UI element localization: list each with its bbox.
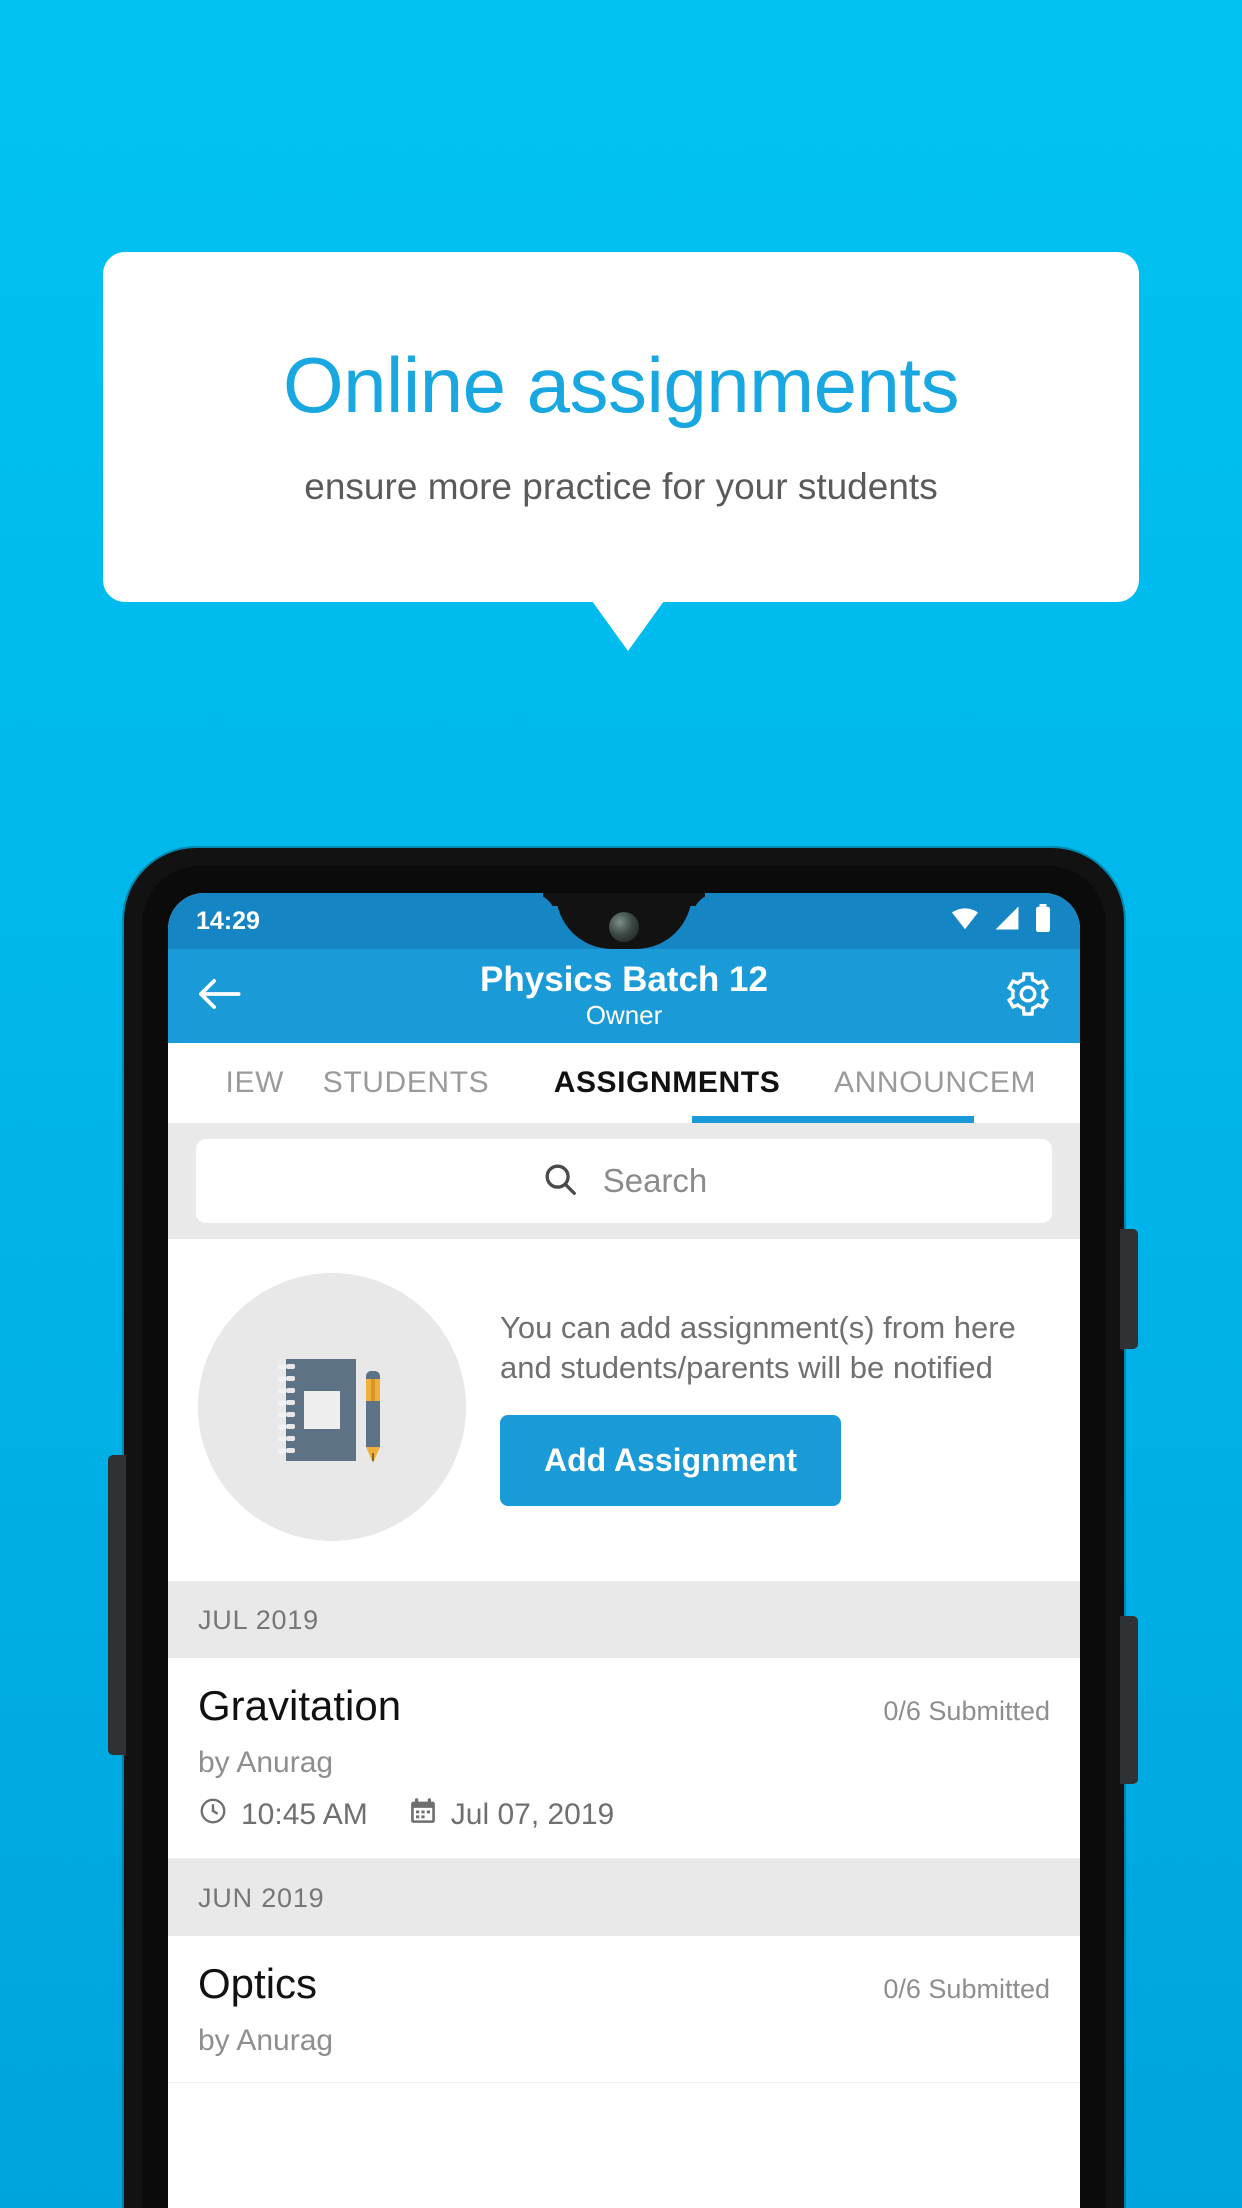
tab-bar: IEW STUDENTS ASSIGNMENTS ANNOUNCEM (168, 1043, 1080, 1123)
wifi-icon (950, 905, 980, 938)
assignment-author: by Anurag (198, 2024, 334, 2058)
assignment-meta: 10:45 AM Jul 07, 2019 (198, 1796, 1050, 1834)
notebook-and-pen-icon (256, 1329, 408, 1486)
phone-power-button[interactable] (1120, 1616, 1138, 1784)
settings-button[interactable] (1004, 970, 1052, 1023)
assignment-date: Jul 07, 2019 (450, 1798, 615, 1832)
promo-tooltip-arrow (592, 601, 664, 651)
tab-students[interactable]: STUDENTS (290, 1043, 522, 1123)
assignment-time: 10:45 AM (241, 1798, 368, 1832)
phone-screen: 14:29 Physics Batch 12 Owner IEW STUDENT… (168, 893, 1080, 2208)
app-bar-titles: Physics Batch 12 Owner (168, 949, 1080, 1043)
assignment-author: by Anurag (198, 1746, 334, 1780)
tab-overview[interactable]: IEW (168, 1043, 290, 1123)
app-bar: Physics Batch 12 Owner (168, 949, 1080, 1043)
calendar-icon (408, 1796, 438, 1834)
assignment-row-top: Optics 0/6 Submitted (198, 1960, 1050, 2008)
assignment-submitted-count: 0/6 Submitted (883, 1974, 1050, 2005)
status-time: 14:29 (196, 906, 260, 935)
search-section: Search (168, 1123, 1080, 1239)
empty-state-text: You can add assignment(s) from here and … (500, 1309, 1016, 1385)
status-icons (950, 903, 1052, 939)
page-title: Physics Batch 12 (480, 960, 768, 1000)
back-arrow-icon (196, 976, 242, 1017)
illustration-background (198, 1273, 466, 1541)
assignment-row-top: Gravitation 0/6 Submitted (198, 1682, 1050, 1729)
gear-icon (1004, 970, 1052, 1023)
month-header-jul: JUL 2019 (168, 1581, 1080, 1658)
empty-state-card: You can add assignment(s) from here and … (168, 1239, 1080, 1581)
promo-subtitle: ensure more practice for your students (304, 466, 938, 507)
clock-icon (198, 1796, 228, 1834)
add-assignment-button[interactable]: Add Assignment (500, 1415, 842, 1507)
search-input[interactable]: Search (196, 1139, 1052, 1223)
month-header-jun: JUN 2019 (168, 1859, 1080, 1937)
back-button[interactable] (196, 976, 242, 1017)
front-camera-icon (609, 912, 639, 942)
assignment-row[interactable]: Gravitation 0/6 Submitted by Anurag 10:4… (168, 1658, 1080, 1860)
battery-icon (1034, 903, 1052, 939)
promo-title: Online assignments (282, 341, 960, 429)
cellular-signal-icon (993, 905, 1021, 938)
assignment-submitted-count: 0/6 Submitted (883, 1696, 1050, 1726)
status-bar: 14:29 (168, 893, 1080, 949)
assignment-row[interactable]: Optics 0/6 Submitted by Anurag (168, 1936, 1080, 2084)
tab-announcements[interactable]: ANNOUNCEM (812, 1043, 1080, 1123)
empty-state-content: You can add assignment(s) from here and … (500, 1308, 1050, 1507)
phone-volume-button[interactable] (1120, 1229, 1138, 1349)
assignment-title: Optics (198, 1960, 318, 2008)
assignment-title: Gravitation (198, 1682, 402, 1729)
promo-tooltip-card: Online assignments ensure more practice … (103, 252, 1139, 602)
notch (556, 893, 692, 949)
tab-active-indicator (692, 1116, 974, 1123)
search-icon (541, 1160, 579, 1203)
tab-assignments[interactable]: ASSIGNMENTS (522, 1043, 812, 1123)
phone-left-button[interactable] (108, 1455, 126, 1755)
page-subtitle: Owner (585, 1000, 663, 1031)
search-placeholder: Search (602, 1162, 708, 1199)
